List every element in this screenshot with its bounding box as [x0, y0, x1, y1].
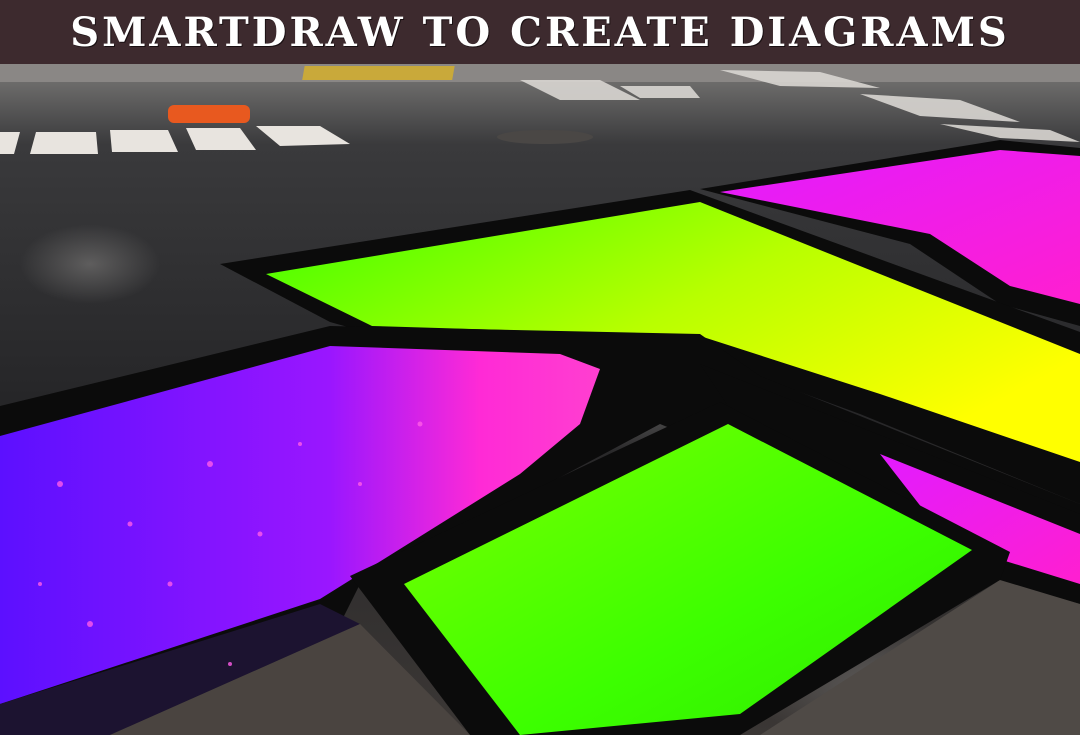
orange-barrier	[168, 105, 250, 123]
asphalt-texture	[20, 224, 160, 304]
banner-title: SMARTDRAW TO CREATE DIAGRAMS	[70, 8, 1010, 56]
yellow-curb	[302, 66, 455, 80]
distant-sidewalk	[0, 64, 1080, 82]
page: SMARTDRAW TO CREATE DIAGRAMS	[0, 0, 1080, 735]
street-illustration	[0, 64, 1080, 735]
street-photo	[0, 64, 1080, 735]
title-banner: SMARTDRAW TO CREATE DIAGRAMS	[0, 0, 1080, 64]
manhole	[497, 130, 593, 144]
